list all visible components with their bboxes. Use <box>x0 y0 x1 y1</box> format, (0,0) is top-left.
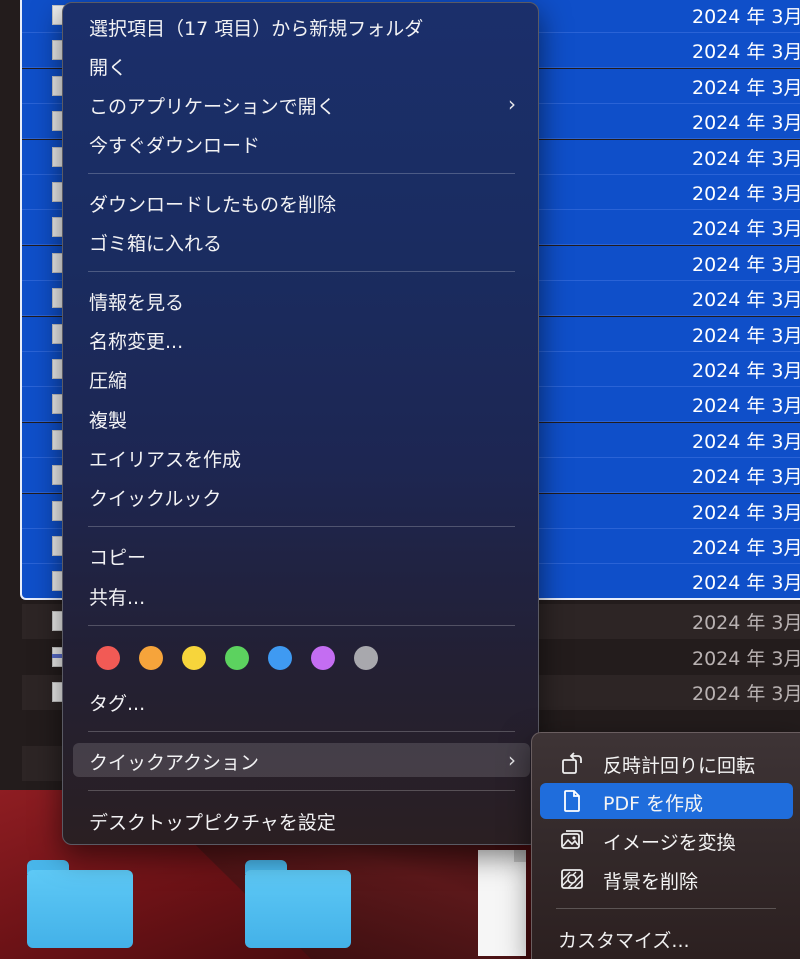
menu-separator <box>88 731 515 732</box>
submenu-item-label: PDF を作成 <box>603 793 704 815</box>
menu-item-label: タグ... <box>89 693 146 715</box>
menu-item-label: 複製 <box>89 410 128 432</box>
menu-item-label: デスクトップピクチャを設定 <box>89 812 336 834</box>
quick-actions-submenu: 反時計回りに回転 PDF を作成 イメージを変換 背景を削除 カスタマイズ... <box>531 732 800 959</box>
menu-item-rename[interactable]: 名称変更... <box>73 322 530 356</box>
menu-separator <box>88 271 515 272</box>
menu-item-make-alias[interactable]: エイリアスを作成 <box>73 440 530 474</box>
menu-item-download-now[interactable]: 今すぐダウンロード <box>73 126 530 160</box>
submenu-item-convert-image[interactable]: イメージを変換 <box>540 822 793 858</box>
menu-item-share[interactable]: 共有... <box>73 578 530 612</box>
desktop-folder-icon[interactable] <box>27 860 133 948</box>
menu-item-duplicate[interactable]: 複製 <box>73 401 530 435</box>
submenu-item-remove-background[interactable]: 背景を削除 <box>540 861 793 897</box>
date-modified: 2024 年 3月 <box>692 612 800 634</box>
menu-item-open[interactable]: 開く <box>73 48 530 82</box>
menu-item-compress[interactable]: 圧縮 <box>73 361 530 395</box>
menu-item-label: 選択項目（17 項目）から新規フォルダ <box>89 18 424 40</box>
menu-item-label: 圧縮 <box>89 370 128 392</box>
menu-separator <box>88 173 515 174</box>
menu-separator <box>556 908 776 909</box>
submenu-item-label: イメージを変換 <box>603 832 736 854</box>
menu-separator <box>88 790 515 791</box>
desktop-folder-icon[interactable] <box>245 860 351 948</box>
menu-item-tags[interactable]: タグ... <box>73 684 530 718</box>
menu-separator <box>88 625 515 626</box>
tag-color-dot[interactable] <box>311 646 335 670</box>
menu-item-label: ダウンロードしたものを削除 <box>89 194 337 216</box>
menu-item-set-desktop-picture[interactable]: デスクトップピクチャを設定 <box>73 803 530 837</box>
date-modified: 2024 年 3月 <box>692 647 800 670</box>
menu-item-label: 名称変更... <box>89 331 184 353</box>
tag-color-dot[interactable] <box>139 646 163 670</box>
menu-item-label: 開く <box>89 57 128 79</box>
menu-item-copy[interactable]: コピー <box>73 538 530 572</box>
menu-item-open-with[interactable]: このアプリケーションで開く › <box>73 87 530 121</box>
menu-item-quick-actions[interactable]: クイックアクション › <box>73 743 530 777</box>
document-icon <box>564 790 580 812</box>
menu-item-label: 共有... <box>89 587 146 609</box>
menu-item-label: ゴミ箱に入れる <box>89 233 223 255</box>
date-modified: 2024 年 3月 <box>692 683 800 705</box>
chevron-right-icon: › <box>508 92 516 116</box>
submenu-item-label: 反時計回りに回転 <box>603 755 756 777</box>
menu-item-label: このアプリケーションで開く <box>89 96 336 118</box>
menu-item-remove-download[interactable]: ダウンロードしたものを削除 <box>73 185 530 219</box>
submenu-item-create-pdf[interactable]: PDF を作成 <box>540 783 793 819</box>
menu-item-label: エイリアスを作成 <box>89 449 242 471</box>
tag-color-dot[interactable] <box>354 646 378 670</box>
submenu-item-label: 背景を削除 <box>603 871 699 893</box>
menu-item-label: コピー <box>89 547 147 569</box>
menu-item-quick-look[interactable]: クイックルック <box>73 479 530 513</box>
context-menu: 選択項目（17 項目）から新規フォルダ 開く このアプリケーションで開く › 今… <box>62 2 539 845</box>
tag-color-dot[interactable] <box>182 646 206 670</box>
menu-item-label: 情報を見る <box>89 292 185 314</box>
remove-background-icon <box>561 869 583 889</box>
chevron-right-icon: › <box>508 748 516 772</box>
rotate-left-icon <box>562 752 582 774</box>
submenu-item-customize[interactable]: カスタマイズ... <box>558 926 690 953</box>
submenu-item-rotate-left[interactable]: 反時計回りに回転 <box>540 745 793 781</box>
menu-item-label: 今すぐダウンロード <box>89 135 261 157</box>
menu-separator <box>88 526 515 527</box>
menu-item-label: クイックルック <box>89 488 222 510</box>
menu-item-move-to-trash[interactable]: ゴミ箱に入れる <box>73 224 530 258</box>
menu-item-label: クイックアクション <box>89 752 260 774</box>
menu-item-new-folder-from-selection[interactable]: 選択項目（17 項目）から新規フォルダ <box>73 9 530 43</box>
tag-color-dot[interactable] <box>268 646 292 670</box>
desktop-document-icon[interactable] <box>478 850 526 956</box>
photo-stack-icon <box>561 830 583 849</box>
tag-color-dot[interactable] <box>96 646 120 670</box>
menu-item-get-info[interactable]: 情報を見る <box>73 283 530 317</box>
tag-color-dot[interactable] <box>225 646 249 670</box>
